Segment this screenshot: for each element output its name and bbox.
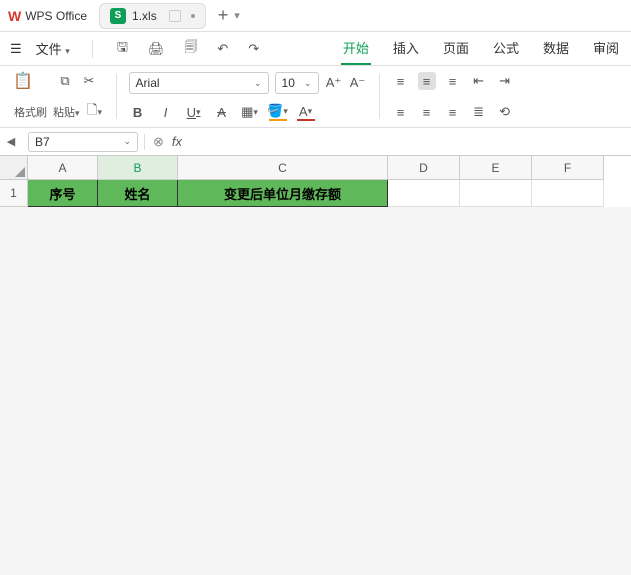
- format-painter-label[interactable]: 格式刷: [14, 104, 47, 120]
- undo-icon[interactable]: ↶: [213, 39, 232, 59]
- file-menu[interactable]: 文件 ▾: [34, 35, 72, 62]
- align-middle-icon[interactable]: ≡: [418, 72, 436, 90]
- fx-icon[interactable]: fx: [172, 134, 182, 149]
- increase-font-icon[interactable]: A⁺: [325, 74, 343, 92]
- italic-button[interactable]: I: [157, 103, 175, 121]
- align-bottom-icon[interactable]: ≡: [444, 72, 462, 90]
- tab-data[interactable]: 数据: [541, 32, 571, 65]
- print-icon[interactable]: 🖨: [144, 39, 169, 59]
- app-name: WPS Office: [25, 9, 87, 23]
- redo-icon[interactable]: ↷: [244, 39, 263, 59]
- col-header-A[interactable]: A: [28, 156, 98, 180]
- cancel-formula-icon[interactable]: ⊗: [153, 134, 164, 150]
- cell[interactable]: [532, 180, 604, 207]
- font-color-button[interactable]: A▾: [297, 103, 315, 121]
- align-left-icon[interactable]: ≡: [392, 103, 410, 121]
- orientation-icon[interactable]: ⟲: [496, 103, 514, 121]
- decrease-font-icon[interactable]: A⁻: [349, 74, 367, 92]
- cell[interactable]: [388, 180, 460, 207]
- col-header-B[interactable]: B: [98, 156, 178, 180]
- clipboard-dropdown-icon[interactable]: 🗋▾: [86, 103, 104, 121]
- spreadsheet-icon: S: [110, 8, 126, 24]
- format-painter-icon[interactable]: 📋: [14, 72, 32, 90]
- new-tab-button[interactable]: +: [214, 5, 233, 26]
- header-cell-b[interactable]: 姓名: [98, 180, 178, 207]
- col-header-D[interactable]: D: [388, 156, 460, 180]
- save-icon[interactable]: 🖫: [113, 36, 132, 62]
- app-logo: W WPS Office: [8, 8, 87, 24]
- select-all-corner[interactable]: [0, 156, 28, 180]
- tab-start[interactable]: 开始: [341, 32, 371, 65]
- align-top-icon[interactable]: ≡: [392, 72, 410, 90]
- underline-button[interactable]: U▾: [185, 103, 203, 121]
- border-button[interactable]: ▦▾: [241, 103, 259, 121]
- tab-window-icon[interactable]: [169, 10, 181, 22]
- col-header-F[interactable]: F: [532, 156, 604, 180]
- col-header-C[interactable]: C: [178, 156, 388, 180]
- spreadsheet-grid[interactable]: ABCDEF 1序号姓名变更后单位月缴存额: [0, 156, 631, 207]
- header-cell-c[interactable]: 变更后单位月缴存额: [178, 180, 388, 207]
- tab-insert[interactable]: 插入: [391, 32, 421, 65]
- cut-icon[interactable]: ✂: [80, 72, 98, 90]
- paste-label[interactable]: 粘贴▾: [53, 104, 80, 120]
- copy-icon[interactable]: ⧉: [56, 72, 74, 90]
- font-name-select[interactable]: Arial⌄: [129, 72, 269, 94]
- row-header-1[interactable]: 1: [0, 180, 28, 207]
- tab-formula[interactable]: 公式: [491, 32, 521, 65]
- justify-icon[interactable]: ≣: [470, 103, 488, 121]
- font-size-select[interactable]: 10⌄: [275, 72, 319, 94]
- print-preview-icon[interactable]: 🗐: [180, 36, 201, 62]
- nav-prev-icon[interactable]: ◀: [0, 135, 22, 148]
- tab-menu-chevron-icon[interactable]: ▾: [234, 9, 240, 22]
- decrease-indent-icon[interactable]: ⇤: [470, 72, 488, 90]
- name-box[interactable]: B7⌄: [28, 132, 138, 152]
- cell[interactable]: [460, 180, 532, 207]
- strikethrough-button[interactable]: A: [213, 103, 231, 121]
- hamburger-icon[interactable]: ☰: [10, 41, 22, 57]
- wps-logo-icon: W: [8, 8, 21, 24]
- col-header-E[interactable]: E: [460, 156, 532, 180]
- tab-page[interactable]: 页面: [441, 32, 471, 65]
- bold-button[interactable]: B: [129, 103, 147, 121]
- fill-color-button[interactable]: 🪣▾: [269, 103, 287, 121]
- tab-dot-icon: [191, 14, 195, 18]
- tab-filename: 1.xls: [132, 9, 157, 23]
- align-center-icon[interactable]: ≡: [418, 103, 436, 121]
- document-tab[interactable]: S 1.xls: [99, 3, 206, 29]
- tab-review[interactable]: 审阅: [591, 32, 621, 65]
- increase-indent-icon[interactable]: ⇥: [496, 72, 514, 90]
- align-right-icon[interactable]: ≡: [444, 103, 462, 121]
- header-cell-a[interactable]: 序号: [28, 180, 98, 207]
